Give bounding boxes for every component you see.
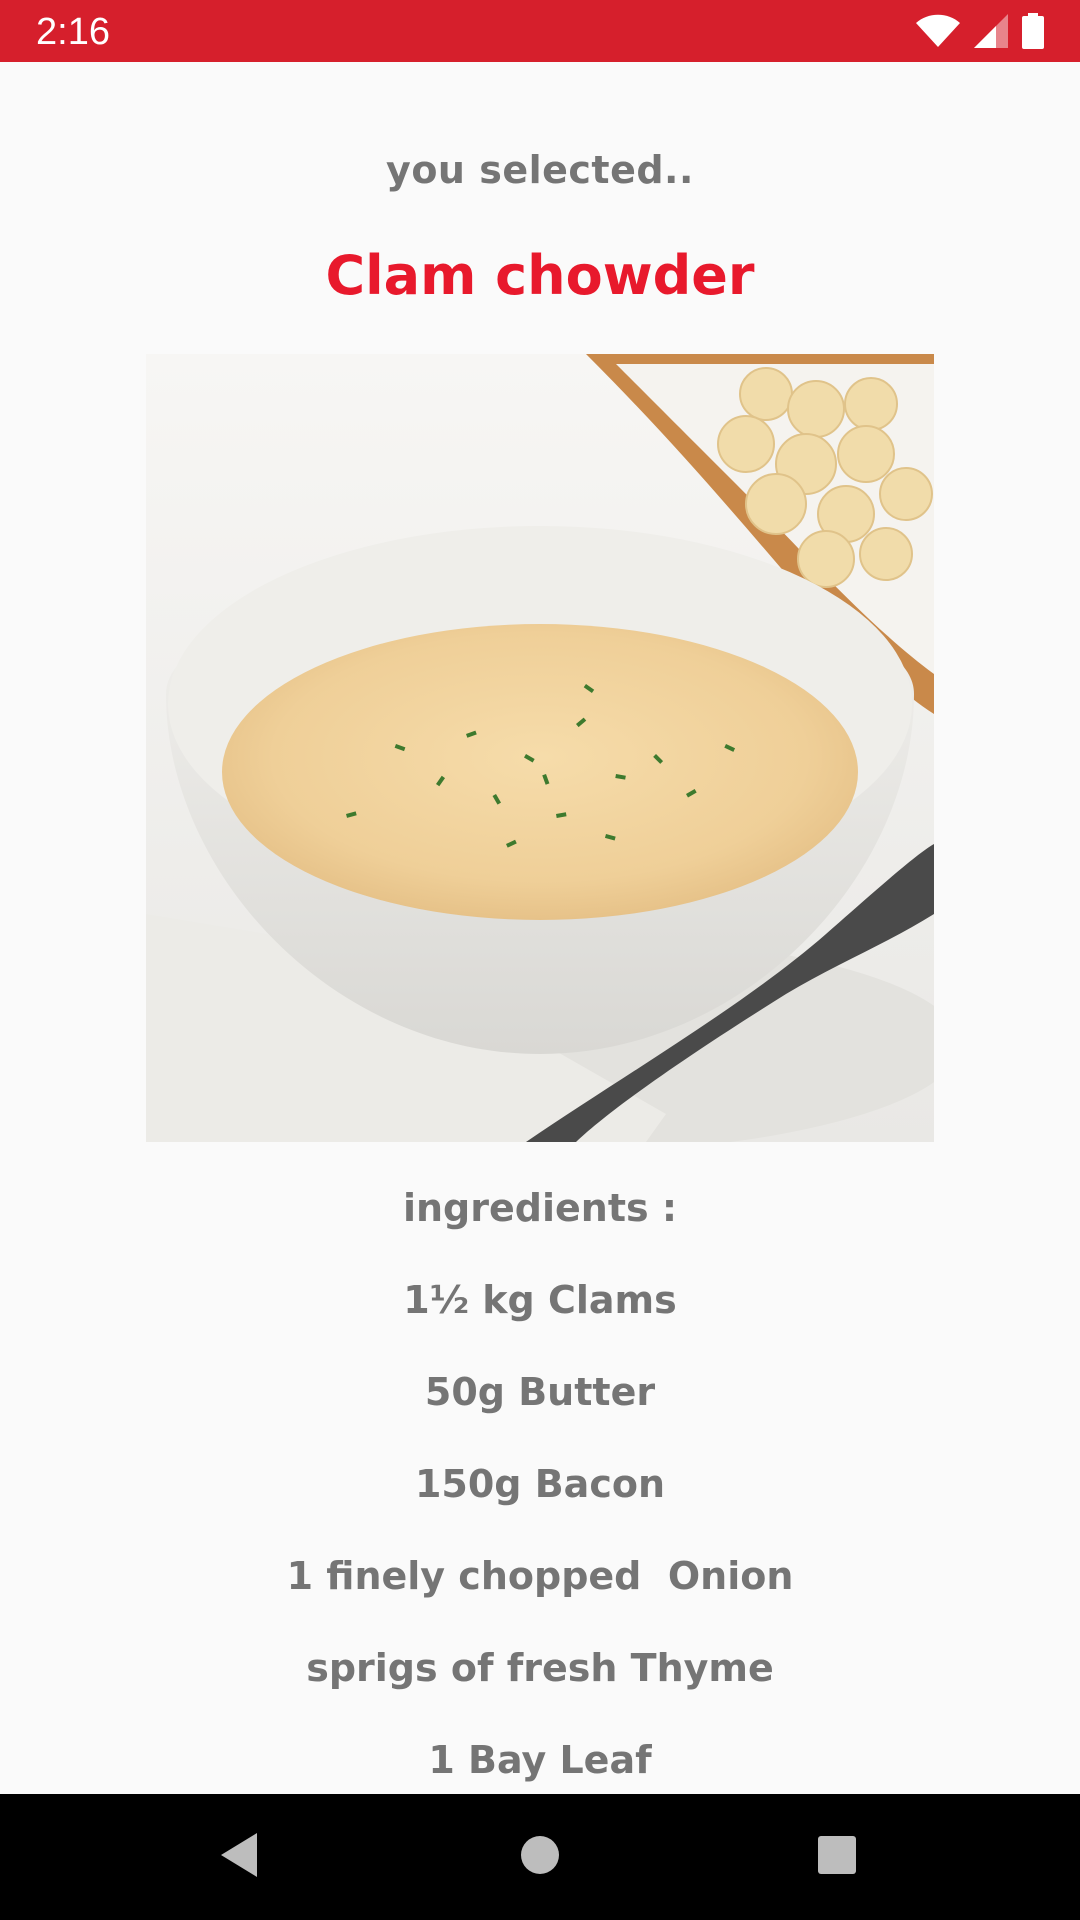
selected-label: you selected.. <box>386 148 694 192</box>
back-icon <box>217 1831 261 1883</box>
navigation-bar <box>0 1794 1080 1920</box>
status-icons <box>916 12 1044 50</box>
ingredient-item: 1 Bay Leaf <box>428 1738 652 1782</box>
recents-button[interactable] <box>802 1822 872 1892</box>
screen: 2:16 you selected.. Clam chowder ingredi… <box>0 0 1080 1920</box>
ingredients-heading: ingredients : <box>402 1186 678 1230</box>
ingredient-item: 1½ kg Clams <box>403 1278 677 1322</box>
status-time: 2:16 <box>36 11 110 53</box>
wifi-icon <box>916 14 960 48</box>
ingredient-item: 150g Bacon <box>414 1462 666 1506</box>
dish-title: Clam chowder <box>325 244 755 307</box>
ingredient-item: sprigs of fresh Thyme <box>306 1646 774 1690</box>
status-bar: 2:16 <box>0 0 1080 62</box>
recents-icon <box>817 1835 857 1879</box>
clam-chowder-photo <box>146 354 934 1142</box>
battery-icon <box>1022 13 1044 49</box>
cellular-signal-icon <box>974 14 1008 48</box>
recipe-detail: you selected.. Clam chowder ingredients … <box>0 62 1080 1794</box>
ingredient-item: 1 finely chopped Onion <box>286 1554 794 1598</box>
ingredient-item: 50g Butter <box>424 1370 656 1414</box>
home-button[interactable] <box>505 1822 575 1892</box>
back-button[interactable] <box>204 1822 274 1892</box>
home-icon <box>520 1835 560 1879</box>
